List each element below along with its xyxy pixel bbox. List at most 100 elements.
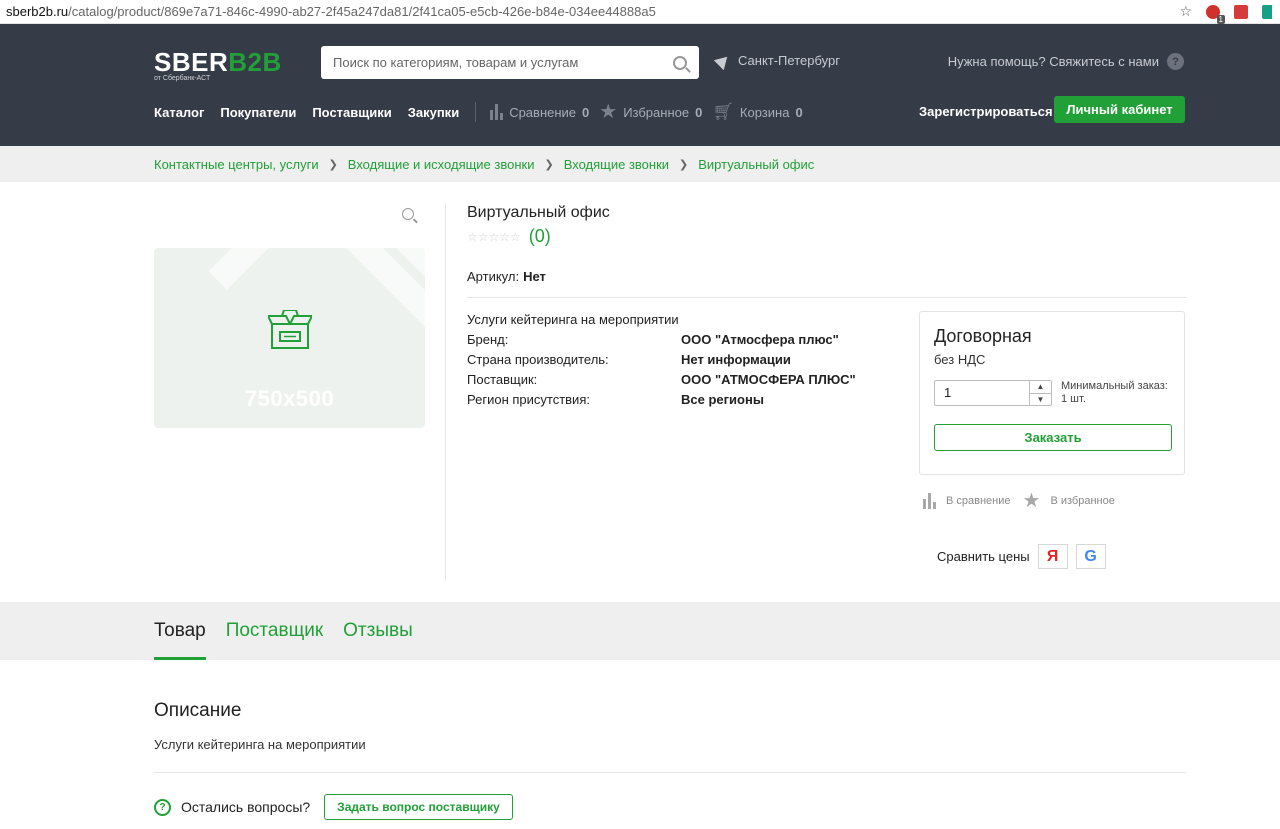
product-image[interactable]: 750x500 [154, 248, 425, 428]
favorites-count: 0 [695, 104, 703, 120]
chevron-right-icon: ❯ [328, 158, 338, 171]
nav-item-suppliers[interactable]: Поставщики [312, 105, 391, 120]
sku-value: Нет [523, 269, 546, 284]
compare-label: Сравнение [509, 104, 577, 120]
spec-key: Регион присутствия: [467, 392, 590, 407]
breadcrumb-item[interactable]: Входящие и исходящие звонки [348, 157, 535, 172]
city-selector[interactable]: Санкт-Петербург [713, 51, 840, 70]
spec-row: Бренд: ООО "Атмосфера плюс" [467, 330, 856, 350]
compare-bars-icon [490, 104, 504, 120]
image-placeholder-label: 750x500 [244, 386, 335, 411]
logo[interactable]: SBERB2B от Сбербанк-АСТ [154, 49, 282, 82]
google-logo-icon[interactable]: G [1075, 544, 1106, 569]
chevron-right-icon: ❯ [544, 158, 554, 171]
nav-divider [475, 102, 477, 122]
yandex-logo-icon[interactable]: Я [1037, 544, 1068, 569]
spec-row: Страна производитель: Нет информации [467, 350, 856, 370]
price-box: Договорная без НДС 1 ▲ ▼ Минимальный зак… [919, 311, 1185, 475]
spec-row: Регион присутствия: Все регионы [467, 390, 856, 410]
spec-value: Нет информации [681, 352, 791, 367]
logo-main: SBER [154, 47, 229, 77]
spec-value: ООО "АТМОСФЕРА ПЛЮС" [681, 372, 856, 387]
increment-icon[interactable]: ▲ [1030, 381, 1051, 393]
url-host: sberb2b.ru [6, 4, 69, 19]
help-question-icon: ? [1167, 53, 1184, 70]
city-label: Санкт-Петербург [738, 53, 840, 68]
zoom-icon[interactable] [402, 208, 414, 220]
divider [467, 297, 1186, 298]
rating-count[interactable]: (0) [529, 226, 551, 247]
extension-opera-icon[interactable]: 1 [1206, 4, 1225, 24]
product-tabs: Товар Поставщик Отзывы [0, 602, 1280, 660]
compare-link[interactable]: Сравнение 0 [490, 104, 589, 120]
bookmark-star-icon[interactable]: ☆ [1179, 3, 1192, 20]
url-path: /catalog/product/869e7a71-846c-4990-ab27… [68, 4, 656, 19]
divider [154, 772, 1186, 773]
favorites-link[interactable]: ★ Избранное 0 [599, 101, 703, 123]
favorites-label: Избранное [623, 104, 690, 120]
cart-label: Корзина [739, 104, 790, 120]
box-icon [268, 310, 312, 349]
add-to-favorites-button[interactable]: ★ В избранное [1022, 490, 1115, 512]
breadcrumb-item[interactable]: Контактные центры, услуги [154, 157, 319, 172]
divider [445, 204, 446, 580]
product-specs: Услуги кейтеринга на мероприятии Бренд: О… [467, 310, 856, 410]
cart-link[interactable]: 🛒︎ Корзина 0 [712, 102, 802, 121]
extension-green-icon[interactable] [1262, 4, 1272, 19]
logo-accent: B2B [228, 47, 282, 77]
price: Договорная [934, 326, 1032, 346]
min-order-note: Минимальный заказ: 1 шт. [1061, 380, 1168, 405]
add-to-compare-button[interactable]: В сравнение [923, 493, 1011, 509]
product-title: Виртуальный офис [467, 204, 610, 221]
description-text: Услуги кейтеринга на мероприятии [154, 737, 366, 752]
breadcrumb-item[interactable]: Входящие звонки [564, 157, 669, 172]
sku-label: Артикул: [467, 269, 520, 284]
extension-badge: 1 [1216, 14, 1225, 24]
ask-supplier-button[interactable]: Задать вопрос поставщику [324, 794, 513, 820]
search-icon[interactable] [673, 55, 687, 70]
rating-stars-icon: ☆☆☆☆☆ [467, 229, 521, 244]
favorites-star-icon: ★ [1022, 490, 1041, 512]
description-heading: Описание [154, 700, 242, 721]
product-section: 750x500 Виртуальный офис ☆☆☆☆☆ (0) Артик… [0, 182, 1280, 602]
site-header: SBERB2B от Сбербанк-АСТ Поиск по категор… [0, 24, 1280, 146]
nav-item-buyers[interactable]: Покупатели [220, 105, 296, 120]
decrement-icon[interactable]: ▼ [1030, 392, 1051, 406]
favorites-star-icon: ★ [599, 101, 618, 123]
sku: Артикул: Нет [467, 269, 546, 284]
browser-url-bar[interactable]: sberb2b.ru/catalog/product/869e7a71-846c… [0, 0, 1280, 24]
spec-row: Поставщик: ООО "АТМОСФЕРА ПЛЮС" [467, 370, 856, 390]
cart-icon: 🛒︎ [712, 102, 734, 121]
add-to-favorites-label: В избранное [1050, 495, 1115, 507]
main-nav: Каталог Покупатели Поставщики Закупки Ср… [154, 102, 813, 122]
extension-icon[interactable] [1234, 4, 1248, 19]
compare-bars-icon [923, 493, 936, 509]
tab-supplier[interactable]: Поставщик [226, 602, 323, 660]
breadcrumb-item-current[interactable]: Виртуальный офис [698, 157, 814, 172]
search-input[interactable]: Поиск по категориям, товарам и услугам [321, 46, 699, 79]
add-to-compare-label: В сравнение [946, 495, 1011, 507]
spec-value: ООО "Атмосфера плюс" [681, 332, 839, 347]
questions-row: ? Остались вопросы? Задать вопрос постав… [154, 794, 513, 820]
questions-label: Остались вопросы? [181, 799, 311, 815]
description-section: Описание Услуги кейтеринга на мероприяти… [0, 660, 1280, 829]
tab-reviews[interactable]: Отзывы [343, 602, 413, 660]
spec-key: Страна производитель: [467, 352, 609, 367]
quantity-stepper[interactable]: 1 ▲ ▼ [934, 380, 1052, 406]
location-arrow-icon [713, 51, 733, 70]
nav-item-catalog[interactable]: Каталог [154, 105, 204, 120]
help-label: Нужна помощь? Свяжитесь с нами [947, 54, 1159, 69]
order-button[interactable]: Заказать [934, 424, 1172, 451]
quantity-value[interactable]: 1 [935, 381, 1029, 405]
register-link[interactable]: Зарегистрироваться [919, 104, 1053, 119]
cabinet-button[interactable]: Личный кабинет [1054, 96, 1185, 123]
rating[interactable]: ☆☆☆☆☆ (0) [467, 226, 551, 247]
spec-value: Все регионы [681, 392, 764, 407]
quantity-arrows: ▲ ▼ [1029, 381, 1051, 405]
help-link[interactable]: Нужна помощь? Свяжитесь с нами ? [948, 53, 1184, 70]
compare-prices-label: Сравнить цены [937, 549, 1030, 564]
nav-item-purchases[interactable]: Закупки [408, 105, 459, 120]
tab-product[interactable]: Товар [154, 602, 206, 660]
product-category: Услуги кейтеринга на мероприятии [467, 312, 679, 327]
spec-key: Бренд: [467, 332, 509, 347]
